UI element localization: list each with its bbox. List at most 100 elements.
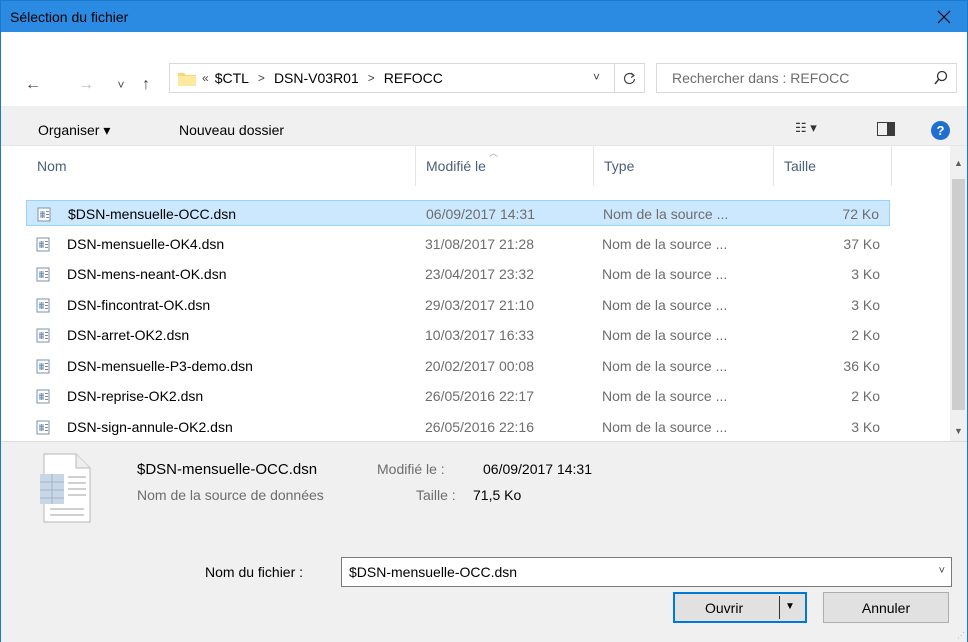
- file-type: Nom de la source ...: [602, 266, 728, 282]
- forward-arrow-icon[interactable]: →: [76, 75, 96, 95]
- file-size: 3 Ko: [851, 266, 880, 282]
- file-modified: 06/09/2017 14:31: [426, 206, 535, 222]
- file-size: 36 Ko: [843, 357, 880, 374]
- help-icon[interactable]: ?: [931, 121, 950, 140]
- dialog-title: Sélection du fichier: [10, 9, 129, 25]
- file-modified: 20/02/2017 00:08: [425, 357, 534, 374]
- folder-icon: [178, 72, 196, 86]
- search-input[interactable]: Rechercher dans : REFOCC: [656, 63, 957, 93]
- sort-indicator-icon: ︿: [489, 148, 499, 158]
- close-button[interactable]: [921, 1, 967, 32]
- file-type: Nom de la source ...: [602, 327, 728, 343]
- chevron-right-icon: >: [367, 71, 375, 85]
- search-icon[interactable]: [934, 70, 948, 86]
- organize-button[interactable]: Organiser ▾: [38, 122, 110, 139]
- file-row[interactable]: DSN-mensuelle-OK4.dsn 31/08/2017 21:28 Nom…: [26, 231, 890, 257]
- filename-value[interactable]: $DSN-mensuelle-OCC.dsn: [349, 564, 517, 580]
- file-modified: 26/05/2016 22:17: [425, 388, 534, 404]
- dsn-file-icon: [36, 327, 52, 343]
- dialog-footer: Nom du fichier : $DSN-mensuelle-OCC.dsn …: [1, 541, 967, 642]
- recent-locations-icon[interactable]: ˅: [111, 75, 131, 95]
- title-bar: Sélection du fichier: [1, 1, 967, 32]
- file-name: $DSN-mensuelle-OCC.dsn: [68, 206, 237, 222]
- details-pane: $DSN-mensuelle-OCC.dsn Nom de la source …: [1, 441, 967, 541]
- column-divider: [891, 146, 892, 186]
- search-placeholder: Rechercher dans : REFOCC: [672, 70, 850, 86]
- breadcrumb-ctl[interactable]: $CTL: [215, 70, 249, 86]
- file-row[interactable]: $DSN-mensuelle-OCC.dsn 06/09/2017 14:31 No…: [26, 200, 890, 226]
- details-file-name: $DSN-mensuelle-OCC.dsn: [137, 461, 318, 478]
- file-modified: 31/08/2017 21:28: [425, 235, 534, 252]
- details-modified-value: 06/09/2017 14:31: [483, 461, 592, 477]
- file-size: 3 Ko: [851, 296, 880, 313]
- scroll-down-icon[interactable]: ▼: [950, 422, 967, 439]
- file-row[interactable]: DSN-reprise-OK2.dsn 26/05/2016 22:17 Nom d…: [26, 383, 890, 409]
- column-divider: [773, 146, 774, 186]
- open-button[interactable]: Ouvrir ▼: [673, 592, 807, 623]
- file-type: Nom de la source ...: [602, 357, 728, 374]
- chevron-down-icon[interactable]: ˅: [939, 565, 945, 577]
- file-name: DSN-fincontrat-OK.dsn: [67, 296, 211, 313]
- breadcrumb-dsn[interactable]: DSN-V03R01: [274, 70, 359, 86]
- details-size-value: 71,5 Ko: [473, 487, 522, 503]
- file-row[interactable]: DSN-fincontrat-OK.dsn 29/03/2017 21:10 Nom…: [26, 292, 890, 318]
- dsn-file-icon: [36, 297, 52, 313]
- chevron-right-icon: >: [257, 71, 265, 85]
- file-name: DSN-arret-OK2.dsn: [67, 327, 190, 343]
- file-list: Nom ︿ Modifié le Type Taille $DSN-mensue…: [1, 146, 967, 441]
- new-folder-button[interactable]: Nouveau dossier: [179, 122, 284, 138]
- breadcrumb-refocc[interactable]: REFOCC: [384, 70, 443, 86]
- address-bar[interactable]: « $CTL > DSN-V03R01 > REFOCC ˅: [169, 63, 645, 93]
- file-row[interactable]: DSN-mens-neant-OK.dsn 23/04/2017 23:32 Nom…: [26, 261, 890, 287]
- refresh-icon: [623, 72, 636, 84]
- column-type[interactable]: Type: [604, 158, 634, 174]
- details-modified-label: Modifié le :: [377, 461, 445, 477]
- file-modified: 26/05/2016 22:16: [425, 418, 534, 435]
- column-modified[interactable]: Modifié le: [426, 158, 486, 174]
- dsn-file-icon: [36, 419, 52, 435]
- file-large-icon: [40, 453, 91, 523]
- dsn-file-icon: [36, 388, 52, 404]
- file-type: Nom de la source ...: [602, 296, 728, 313]
- file-modified: 29/03/2017 21:10: [425, 296, 534, 313]
- file-type: Nom de la source ...: [603, 206, 729, 222]
- view-options-icon[interactable]: ☷ ▾: [795, 120, 817, 136]
- file-modified: 23/04/2017 23:32: [425, 266, 534, 282]
- vertical-scrollbar[interactable]: ▲ ▼: [950, 146, 967, 441]
- close-icon: [937, 10, 951, 23]
- file-size: 2 Ko: [851, 327, 880, 343]
- details-size-label: Taille :: [416, 487, 456, 503]
- navigation-bar: ← → ˅ ↑ « $CTL > DSN-V03R01 > REFOCC ˅ R…: [1, 32, 967, 106]
- breadcrumb-overflow-icon[interactable]: «: [202, 71, 209, 85]
- scroll-up-icon[interactable]: ▲: [950, 154, 967, 171]
- dsn-file-icon: [36, 358, 52, 374]
- file-open-dialog: Sélection du fichier ← → ˅ ↑ « $CTL > DS…: [0, 0, 968, 642]
- back-arrow-icon[interactable]: ←: [23, 75, 43, 95]
- file-name: DSN-mensuelle-OK4.dsn: [67, 235, 225, 252]
- dsn-file-icon: [36, 236, 52, 252]
- file-type: Nom de la source ...: [602, 235, 728, 252]
- resize-grip-icon[interactable]: ⋰: [957, 631, 965, 640]
- column-name[interactable]: Nom: [37, 158, 67, 174]
- filename-combobox[interactable]: $DSN-mensuelle-OCC.dsn ˅: [341, 557, 952, 587]
- file-size: 3 Ko: [851, 418, 880, 435]
- split-divider: [779, 596, 780, 619]
- open-button-label: Ouvrir: [705, 600, 744, 616]
- file-size: 2 Ko: [851, 388, 880, 404]
- refresh-button[interactable]: [614, 64, 644, 92]
- file-name: DSN-reprise-OK2.dsn: [67, 388, 204, 404]
- open-options-arrow-icon[interactable]: ▼: [785, 601, 795, 612]
- preview-pane-icon[interactable]: [877, 122, 895, 136]
- cancel-button[interactable]: Annuler: [823, 592, 949, 623]
- address-dropdown-icon[interactable]: ˅: [593, 70, 600, 84]
- filename-label: Nom du fichier :: [205, 564, 304, 580]
- up-folder-icon[interactable]: ↑: [136, 75, 156, 95]
- column-size[interactable]: Taille: [784, 158, 816, 174]
- file-row[interactable]: DSN-sign-annule-OK2.dsn 26/05/2016 22:16 N…: [26, 414, 890, 440]
- scroll-thumb[interactable]: [952, 179, 965, 410]
- column-divider: [593, 146, 594, 186]
- file-name: DSN-sign-annule-OK2.dsn: [67, 418, 233, 435]
- file-row[interactable]: DSN-mensuelle-P3-demo.dsn 20/02/2017 00:0…: [26, 353, 890, 379]
- file-name: DSN-mensuelle-P3-demo.dsn: [67, 357, 253, 374]
- file-row[interactable]: DSN-arret-OK2.dsn 10/03/2017 16:33 Nom de …: [26, 322, 890, 348]
